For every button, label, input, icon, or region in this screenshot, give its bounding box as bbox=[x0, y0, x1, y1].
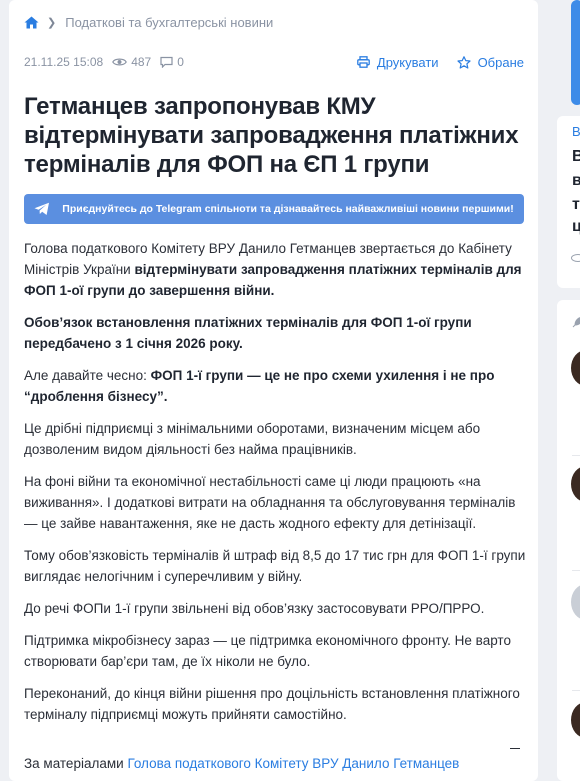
article-body: Голова податкового Комітету ВРУ Данило Г… bbox=[24, 238, 527, 736]
source-line: За матеріалами Голова податкового Коміте… bbox=[24, 756, 459, 771]
paragraph: До речі ФОПи 1-ї групи звільнені від обо… bbox=[24, 601, 485, 616]
comments-count[interactable]: 0 bbox=[160, 55, 184, 69]
comments-value: 0 bbox=[177, 55, 184, 69]
article-title: Гетманцев запропонував КМУ відтермінуват… bbox=[24, 93, 519, 178]
favorite-label: Обране bbox=[477, 54, 524, 70]
chevron-right-icon: ❯ bbox=[47, 16, 57, 29]
breadcrumb-section-link[interactable]: Податкові та бухгалтерські новини bbox=[65, 15, 273, 30]
sidebar-card-title-4[interactable]: ц bbox=[572, 218, 580, 236]
sidebar-card-title-2[interactable]: в bbox=[572, 172, 580, 190]
source-link[interactable]: Голова податкового Комітету ВРУ Данило Г… bbox=[127, 756, 459, 771]
telegram-icon bbox=[34, 202, 50, 215]
divider bbox=[572, 690, 580, 691]
divider bbox=[572, 570, 580, 571]
paragraph-text: Але давайте чесно: bbox=[24, 368, 151, 383]
printer-icon bbox=[357, 56, 370, 68]
paragraph: Тому обов’язковість терміналів й штраф в… bbox=[24, 548, 526, 584]
views-count: 487 bbox=[112, 55, 151, 69]
sidebar-card-title-1[interactable]: В bbox=[572, 148, 580, 166]
source-label: За матеріалами bbox=[24, 756, 124, 771]
divider bbox=[572, 455, 580, 456]
breadcrumb: ❯ Податкові та бухгалтерські новини bbox=[24, 14, 273, 30]
favorite-button[interactable]: Обране bbox=[456, 54, 524, 70]
comment-icon bbox=[160, 56, 173, 68]
telegram-cta-label: Приєднуйтесь до Telegram спільноти та ді… bbox=[62, 203, 514, 215]
eye-icon bbox=[112, 58, 128, 66]
sidebar-card-tag[interactable]: В bbox=[572, 124, 580, 139]
sidebar-card-eye-icon bbox=[571, 254, 580, 262]
paragraph: Це дрібні підприємці з мінімальними обор… bbox=[24, 421, 481, 457]
publish-date: 21.11.25 15:08 bbox=[24, 55, 104, 69]
article-actions: Друкувати Обране bbox=[339, 55, 524, 70]
paragraph: Переконаний, до кінця війни рішення про … bbox=[24, 686, 520, 722]
views-value: 487 bbox=[131, 55, 152, 69]
paragraph-bold: Обов’язок встановлення платіжних терміна… bbox=[24, 315, 472, 351]
print-button[interactable]: Друкувати bbox=[357, 55, 439, 70]
sidebar-card: В В в т ц bbox=[557, 116, 580, 288]
sidebar-comments-card bbox=[557, 300, 580, 781]
home-icon[interactable] bbox=[24, 15, 39, 29]
paragraph: Голова податкового Комітету ВРУ Данило Г… bbox=[24, 238, 527, 301]
divider bbox=[510, 748, 520, 749]
star-icon bbox=[456, 55, 471, 69]
telegram-join-button[interactable]: Приєднуйтесь до Telegram спільноти та ді… bbox=[24, 194, 524, 224]
sidebar-card-title-3[interactable]: т bbox=[572, 196, 580, 214]
paragraph: На фоні війни та економічної нестабільно… bbox=[24, 474, 516, 531]
sidebar-banner[interactable] bbox=[571, 0, 580, 105]
avatar[interactable] bbox=[571, 350, 580, 386]
paragraph: Обов’язок встановлення платіжних терміна… bbox=[24, 312, 527, 354]
paragraph: Підтримка мікробізнесу зараз — це підтри… bbox=[24, 633, 511, 669]
avatar[interactable] bbox=[571, 466, 580, 502]
article-meta: 21.11.25 15:08 487 0 Друкувати Обране bbox=[24, 54, 524, 70]
article-card: ❯ Податкові та бухгалтерські новини 21.1… bbox=[9, 0, 538, 781]
print-label: Друкувати bbox=[376, 54, 439, 70]
paragraph: Але давайте чесно: ФОП 1-ї групи — це не… bbox=[24, 365, 527, 407]
avatar[interactable] bbox=[571, 584, 580, 620]
avatar[interactable] bbox=[571, 702, 580, 738]
feather-icon bbox=[572, 317, 580, 328]
